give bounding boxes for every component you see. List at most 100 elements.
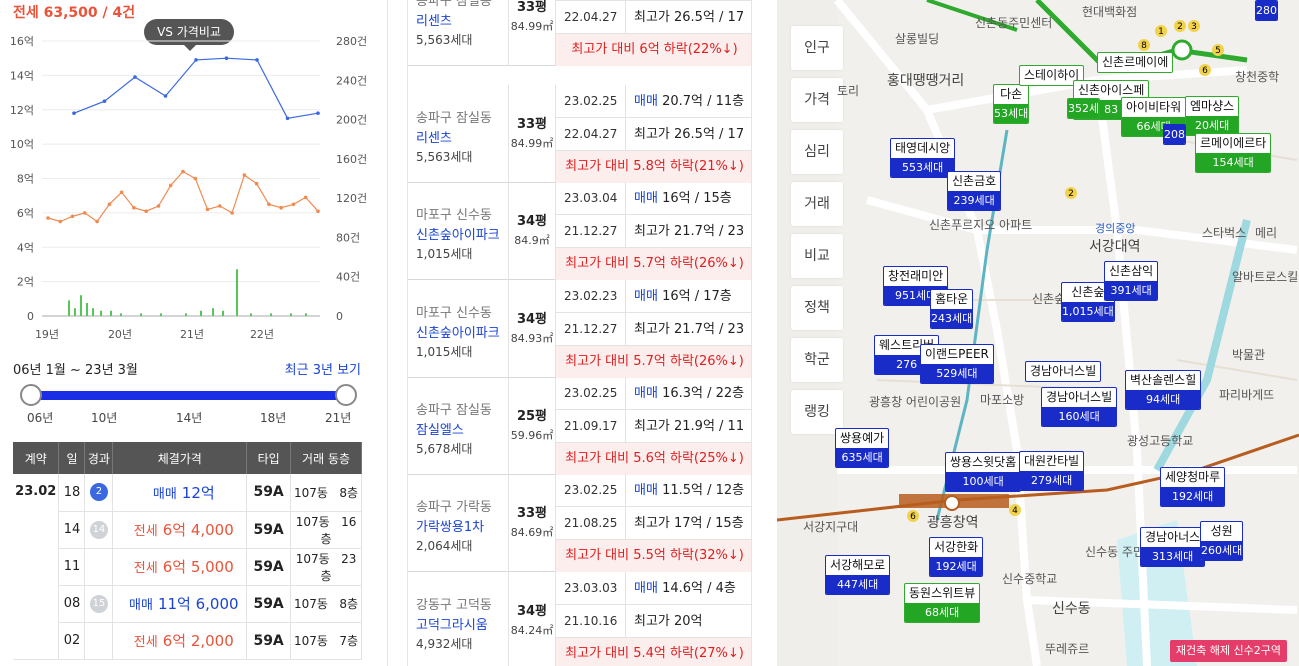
apt-marker[interactable]: 르메이에르타 154세대 bbox=[1195, 133, 1272, 173]
card-size: 33평 84.69㎡ bbox=[508, 474, 556, 572]
map-menu-item[interactable]: 인구 bbox=[791, 26, 843, 70]
table-row[interactable]: 14 14 전세 6억 4,000 59A 107동 16층 bbox=[13, 511, 362, 549]
card-m2: 84.93㎡ bbox=[510, 332, 554, 345]
card-apt-name[interactable]: 신촌숲아이파크 bbox=[416, 224, 500, 243]
price-drop-card[interactable]: 마포구 신수동 신촌숲아이파크 1,015세대 34평 84.93㎡ 23.02… bbox=[408, 280, 751, 378]
marker-count: 100세대 bbox=[946, 472, 1021, 491]
series-point bbox=[316, 111, 320, 115]
col-dong-floor: 거래 동층 bbox=[290, 442, 362, 474]
card-recent-deal: 23.02.25 매매 11.5억 / 12층 bbox=[556, 474, 751, 507]
series-point bbox=[242, 173, 247, 177]
recent-3y-link[interactable]: 최근 3년 보기 bbox=[285, 359, 361, 378]
col-elapsed: 경과 bbox=[84, 442, 114, 474]
deal-dong-floor: 107동 23층 bbox=[290, 548, 362, 586]
map-place-label: 창천중학 bbox=[1235, 70, 1280, 84]
map-menu-item[interactable]: 가격 bbox=[791, 78, 843, 122]
deal-kind: 전세 bbox=[133, 561, 158, 576]
slider-handle-start[interactable] bbox=[20, 384, 42, 406]
marker-name: 경남아너스빌 bbox=[1046, 390, 1113, 404]
card-apt-name[interactable]: 고덕그라시움 bbox=[416, 614, 488, 633]
map-menu-item[interactable]: 정책 bbox=[791, 286, 843, 330]
apt-marker[interactable]: 다손 53세대 bbox=[993, 84, 1030, 124]
card-drop-summary: 최고가 대비 5.7억 하락(26%↓) bbox=[556, 346, 751, 378]
volume-bar bbox=[74, 308, 76, 316]
series-point bbox=[194, 58, 198, 62]
price-drop-card[interactable]: 마포구 신수동 신촌숲아이파크 1,015세대 34평 84.9㎡ 23.03.… bbox=[408, 182, 751, 280]
slider-tick: 10년 bbox=[91, 411, 118, 425]
marker-count: 447세대 bbox=[826, 575, 890, 594]
apt-marker[interactable]: 성원 260세대 bbox=[1200, 521, 1244, 561]
apt-marker[interactable]: 352세 bbox=[1067, 98, 1101, 119]
apt-marker[interactable]: 대원칸타빌 279세대 bbox=[1019, 451, 1085, 491]
slider-handle-end[interactable] bbox=[335, 384, 357, 406]
card-m2: 84.99㎡ bbox=[510, 20, 554, 33]
price-drop-card[interactable]: 송파구 잠실동 잠실엘스 5,678세대 25평 59.96㎡ 23.02.25… bbox=[408, 377, 751, 475]
table-row[interactable]: 02 전세 6억 2,000 59A 107동 7층 bbox=[13, 622, 362, 660]
x-tick: 21년 bbox=[180, 328, 204, 341]
deal-dong: 107동 bbox=[294, 485, 328, 500]
card-peak-deal: 21.12.27 최고가 21.7억 / 23층 bbox=[556, 215, 751, 272]
apt-marker[interactable]: 경남아너스빌 160세대 bbox=[1041, 387, 1118, 427]
apt-marker[interactable]: 경남아너스빌 bbox=[1025, 361, 1102, 382]
apt-marker[interactable]: 경남아너스 313세대 bbox=[1140, 527, 1206, 567]
card-apt-name[interactable]: 가락쌍용1차 bbox=[416, 516, 484, 535]
card-drop-summary: 최고가 대비 5.6억 하락(25%↓) bbox=[556, 443, 751, 475]
series-point bbox=[156, 204, 161, 208]
map-menu-item[interactable]: 거래 bbox=[791, 182, 843, 226]
apt-marker[interactable]: 이랜드PEER 529세대 bbox=[920, 344, 994, 384]
card-area: 송파구 잠실동 bbox=[416, 111, 492, 126]
card-recent-value: 매매 11.5억 / 12층 bbox=[625, 474, 751, 507]
card-recent-kind: 매매 bbox=[634, 386, 658, 401]
card-size: 34평 84.9㎡ bbox=[508, 182, 556, 280]
card-apt-name[interactable]: 리센츠 bbox=[416, 127, 452, 146]
map-menu-item[interactable]: 학군 bbox=[791, 338, 843, 382]
deal-dong: 107동 bbox=[295, 514, 330, 529]
map-view[interactable]: 1 2 3 8 5 6 2 6 4 인구 가격 심리 거래 비교 정책 학군 랭킹 홍대땡땡거… bbox=[777, 0, 1299, 666]
deal-floor: 8층 bbox=[339, 485, 359, 500]
price-drop-card[interactable]: 송파구 잠실동 리센츠 5,563세대 33평 84.99㎡ 23.02.24 … bbox=[408, 0, 751, 66]
map-menu-item[interactable]: 비교 bbox=[791, 234, 843, 278]
apt-marker[interactable]: 208 bbox=[1163, 124, 1186, 145]
marker-name: 경남아너스빌 bbox=[1030, 364, 1097, 378]
price-drop-card[interactable]: 송파구 잠실동 리센츠 5,563세대 33평 84.99㎡ 23.02.25 … bbox=[408, 85, 751, 183]
table-row[interactable]: 08 15 매매 11억 6,000 59A 107동 8층 bbox=[13, 585, 362, 623]
apt-marker[interactable]: 태영데시앙 553세대 bbox=[890, 138, 956, 178]
volume-bar bbox=[140, 313, 142, 316]
card-area: 송파구 잠실동 bbox=[416, 403, 492, 418]
series-point bbox=[58, 219, 63, 224]
apt-marker[interactable]: 쌍용예가 635세대 bbox=[835, 428, 890, 468]
svg-text:3: 3 bbox=[1191, 22, 1197, 32]
card-apt-name[interactable]: 리센츠 bbox=[416, 10, 452, 29]
apt-marker[interactable]: 쌍용스윗닷홈 100세대 bbox=[945, 452, 1022, 492]
card-apt-name[interactable]: 신촌숲아이파크 bbox=[416, 322, 500, 341]
series-point bbox=[279, 205, 284, 210]
period-slider-track[interactable] bbox=[31, 391, 346, 400]
y-left-tick: 14억 bbox=[10, 69, 34, 82]
price-drop-card[interactable]: 송파구 가락동 가락쌍용1차 2,064세대 33평 84.69㎡ 23.02.… bbox=[408, 474, 751, 572]
apt-marker[interactable]: 서강해모로 447세대 bbox=[825, 555, 891, 595]
marker-name: 이랜드PEER bbox=[925, 347, 989, 361]
table-row[interactable]: 11 전세 6억 5,000 59A 107동 23층 bbox=[13, 548, 362, 586]
apt-marker[interactable]: 신촌삼익 391세대 bbox=[1104, 261, 1159, 301]
trade-history-panel: 전세 63,500 / 4건 VS 가격비교 16억 14억 12억 10억 8억 6억 4… bbox=[0, 0, 388, 666]
apt-marker[interactable]: 서강한화 192세대 bbox=[929, 537, 984, 577]
apt-marker[interactable]: 홈타운 243세대 bbox=[930, 289, 974, 329]
apt-marker[interactable]: 280 bbox=[1255, 0, 1278, 21]
apt-marker[interactable]: 신촌금호 239세대 bbox=[947, 171, 1002, 211]
map-menu-item[interactable]: 심리 bbox=[791, 130, 843, 174]
y-left-tick: 10억 bbox=[10, 138, 34, 151]
apt-marker[interactable]: 신촌르메이에 bbox=[1097, 52, 1174, 73]
deal-kind: 전세 bbox=[133, 524, 158, 539]
series-point bbox=[83, 211, 87, 215]
series-point bbox=[163, 94, 168, 98]
apt-marker[interactable]: 엠마샹스 20세대 bbox=[1185, 96, 1240, 136]
table-row[interactable]: 23.02 18 2 매매 12억 59A 107동 8층 bbox=[13, 474, 362, 660]
apt-marker[interactable]: 세양청마루 192세대 bbox=[1160, 467, 1226, 507]
card-recent-date: 23.02.25 bbox=[564, 94, 618, 108]
marker-count: 53세대 bbox=[994, 104, 1029, 123]
apt-marker[interactable]: 동원스위트뷰 68세대 bbox=[904, 583, 981, 623]
price-drop-card[interactable]: 강동구 고덕동 고덕그라시움 4,932세대 34평 84.24㎡ 23.03.… bbox=[408, 572, 751, 666]
apt-marker[interactable]: 벽산솔렌스힐 94세대 bbox=[1125, 370, 1202, 410]
card-apt-name[interactable]: 잠실엘스 bbox=[416, 419, 464, 438]
redevelopment-badge[interactable]: 재건축 해제 신수2구역 bbox=[1169, 640, 1287, 662]
